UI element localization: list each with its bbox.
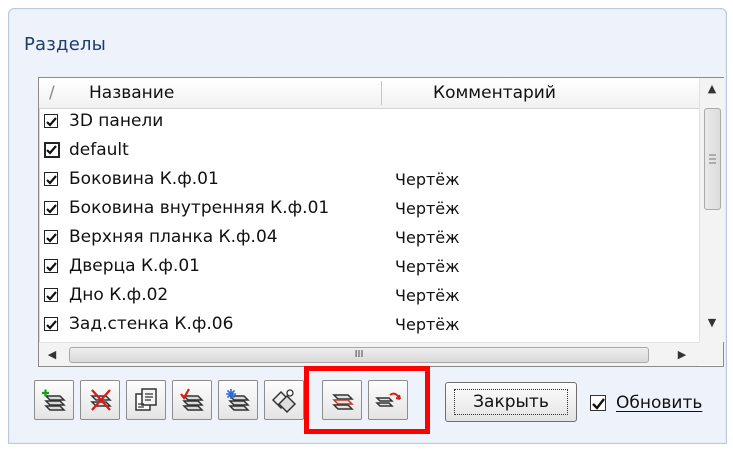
sort-indicator-icon[interactable]: / bbox=[49, 78, 55, 108]
row-name: 3D панели bbox=[69, 111, 164, 131]
row-comment: Чертёж bbox=[395, 315, 460, 334]
list-item[interactable]: default bbox=[39, 137, 699, 166]
row-checkbox[interactable] bbox=[44, 288, 58, 302]
dialog-title: Разделы bbox=[24, 34, 107, 55]
row-checkbox[interactable] bbox=[44, 142, 60, 158]
list-item[interactable]: Дверца К.ф.01 Чертёж bbox=[39, 253, 699, 282]
select-layers-icon bbox=[226, 389, 250, 411]
scroll-corner bbox=[699, 342, 723, 365]
add-layer-button[interactable] bbox=[34, 380, 74, 420]
check-layers-icon bbox=[180, 388, 204, 411]
check-layers-button[interactable] bbox=[172, 380, 212, 420]
list-header: / Название Комментарий bbox=[39, 78, 699, 109]
scroll-up-arrow-icon[interactable]: ▲ bbox=[700, 78, 724, 100]
column-header-name[interactable]: Название bbox=[89, 78, 174, 108]
row-checkbox[interactable] bbox=[44, 201, 58, 215]
horizontal-scrollbar[interactable]: ◀ III ▶ bbox=[39, 342, 699, 366]
scroll-left-arrow-icon[interactable]: ◀ bbox=[41, 343, 63, 366]
row-comment: Чертёж bbox=[395, 170, 460, 189]
delete-layer-icon bbox=[90, 389, 112, 411]
row-checkbox[interactable] bbox=[44, 114, 58, 128]
add-layer-icon bbox=[42, 389, 66, 411]
scroll-down-arrow-icon[interactable]: ▼ bbox=[700, 312, 724, 334]
vertical-scroll-thumb[interactable] bbox=[704, 108, 721, 210]
row-checkbox[interactable] bbox=[44, 259, 58, 273]
select-layers-button[interactable] bbox=[218, 380, 258, 420]
row-checkbox[interactable] bbox=[44, 230, 58, 244]
row-comment: Чертёж bbox=[395, 286, 460, 305]
highlight-box bbox=[304, 366, 430, 434]
close-button[interactable]: Закрыть bbox=[445, 382, 577, 422]
properties-button[interactable] bbox=[126, 380, 166, 420]
horizontal-scroll-thumb[interactable]: III bbox=[69, 347, 649, 363]
grip-icon bbox=[709, 154, 716, 164]
row-comment: Чертёж bbox=[395, 228, 460, 247]
delete-layer-button[interactable] bbox=[80, 380, 120, 420]
vertical-scrollbar[interactable]: ▲ ▼ bbox=[699, 78, 724, 342]
layers-tool-button[interactable] bbox=[264, 380, 304, 420]
row-comment: Чертёж bbox=[395, 199, 460, 218]
list-item[interactable]: Зад.стенка К.ф.06 Чертёж bbox=[39, 311, 699, 340]
scroll-right-arrow-icon[interactable]: ▶ bbox=[671, 343, 693, 366]
checkmark-icon bbox=[592, 398, 605, 410]
list-item[interactable]: Боковина внутренняя К.ф.01 Чертёж bbox=[39, 195, 699, 224]
row-name: Зад.стенка К.ф.06 bbox=[69, 314, 234, 334]
layers-tool-icon bbox=[271, 389, 297, 414]
list-item[interactable]: Верхняя планка К.ф.04 Чертёж bbox=[39, 224, 699, 253]
row-name: Боковина К.ф.01 bbox=[69, 169, 219, 189]
list-item[interactable]: Дно К.ф.02 Чертёж bbox=[39, 282, 699, 311]
row-name: Верхняя планка К.ф.04 bbox=[69, 227, 278, 247]
row-name: Дно К.ф.02 bbox=[69, 285, 169, 305]
close-button-label: Закрыть bbox=[473, 392, 549, 412]
row-checkbox[interactable] bbox=[44, 172, 58, 186]
row-checkbox[interactable] bbox=[44, 317, 58, 331]
update-label: Обновить bbox=[616, 393, 703, 413]
list-item[interactable]: 3D панели bbox=[39, 108, 699, 137]
properties-icon bbox=[135, 388, 157, 411]
list-item[interactable]: Боковина К.ф.01 Чертёж bbox=[39, 166, 699, 195]
sections-list[interactable]: / Название Комментарий 3D панели default… bbox=[38, 77, 724, 367]
row-name: Дверца К.ф.01 bbox=[69, 256, 200, 276]
row-comment: Чертёж bbox=[395, 257, 460, 276]
list-rows: 3D панели default Боковина К.ф.01 Чертёж… bbox=[39, 108, 699, 342]
column-header-comment[interactable]: Комментарий bbox=[433, 78, 556, 108]
row-name: default bbox=[69, 140, 129, 160]
column-divider[interactable] bbox=[381, 81, 382, 105]
row-name: Боковина внутренняя К.ф.01 bbox=[69, 198, 330, 218]
update-checkbox[interactable] bbox=[590, 395, 606, 411]
